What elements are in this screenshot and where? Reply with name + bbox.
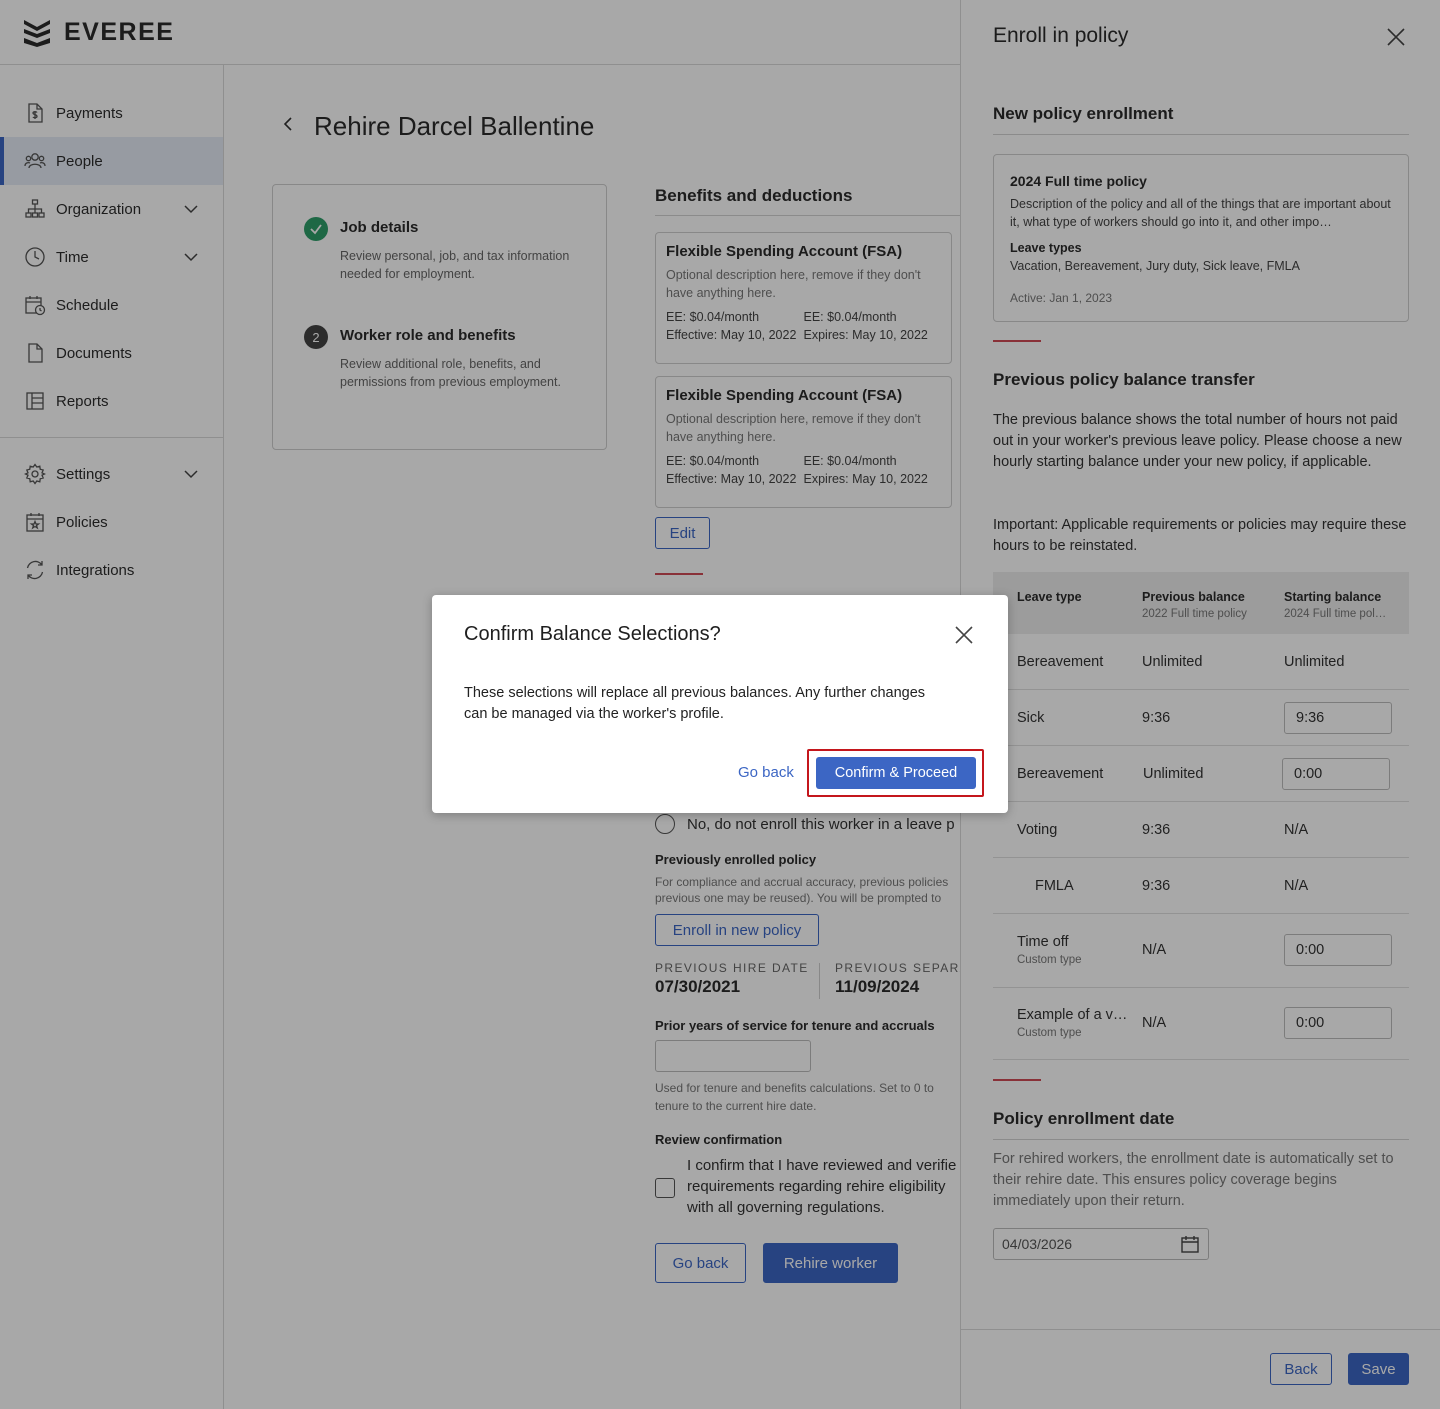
- confirm-proceed-button[interactable]: Confirm & Proceed: [816, 757, 976, 789]
- modal-body: These selections will replace all previo…: [464, 685, 926, 722]
- modal-go-back-link[interactable]: Go back: [738, 764, 794, 781]
- confirm-balance-modal: Confirm Balance Selections? These select…: [432, 595, 1008, 813]
- close-icon[interactable]: [954, 625, 974, 645]
- modal-title: Confirm Balance Selections?: [464, 623, 721, 645]
